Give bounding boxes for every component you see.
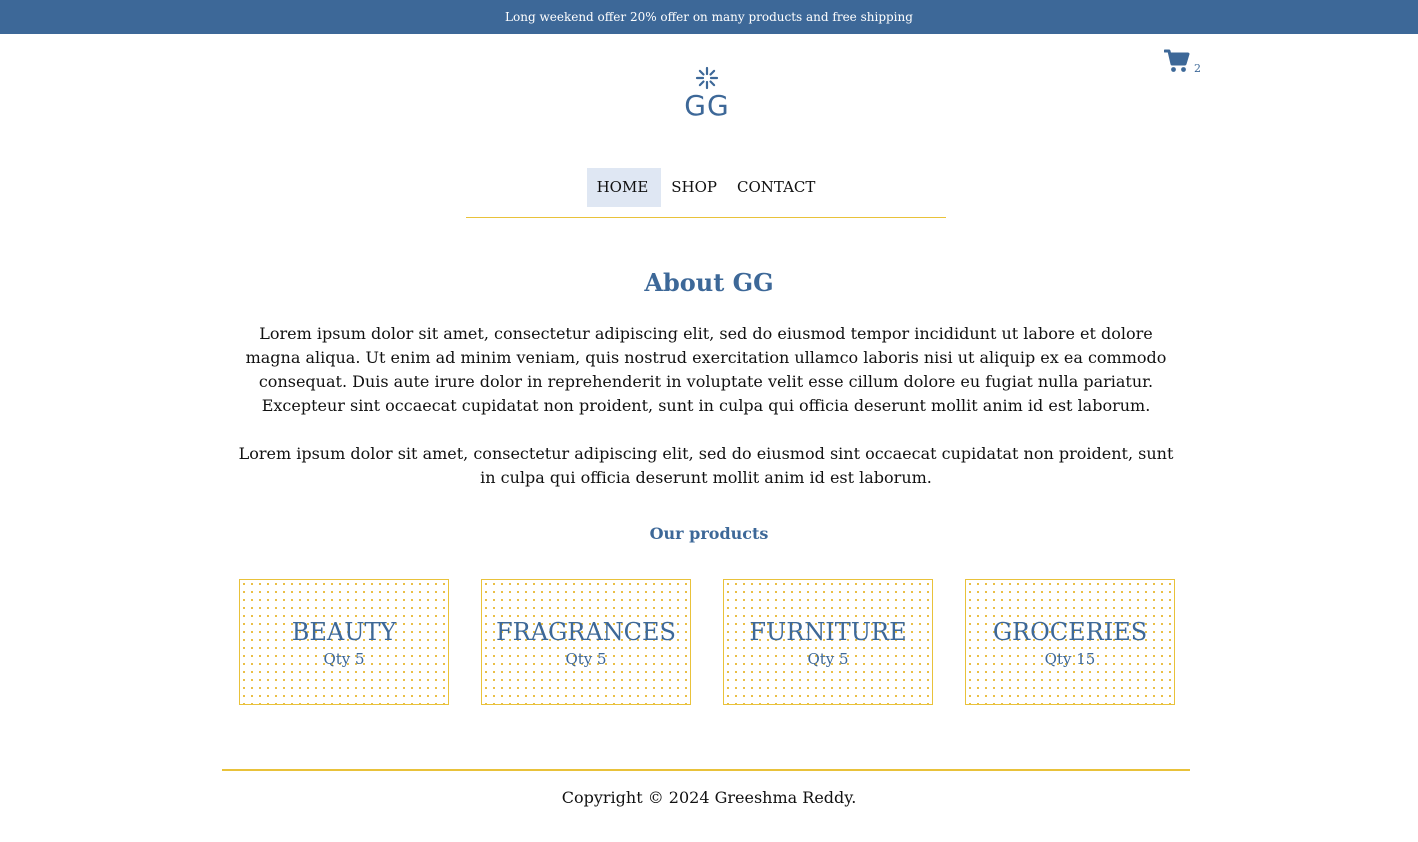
about-title: About GG	[644, 268, 774, 297]
product-name: FURNITURE	[749, 618, 907, 646]
about-paragraph-1: Lorem ipsum dolor sit amet, consectetur …	[245, 324, 1167, 415]
product-card-groceries[interactable]: GROCERIES Qty 15	[965, 579, 1175, 705]
product-name: FRAGRANCES	[496, 618, 676, 646]
product-card-beauty[interactable]: BEAUTY Qty 5	[239, 579, 449, 705]
product-name: GROCERIES	[992, 618, 1148, 646]
nav-item-contact[interactable]: CONTACT	[727, 168, 825, 207]
logo-text: GG	[684, 89, 730, 122]
footer-divider	[222, 769, 1190, 771]
product-categories: BEAUTY Qty 5 FRAGRANCES Qty 5 FURNITURE …	[239, 579, 1175, 705]
promo-text: Long weekend offer 20% offer on many pro…	[505, 10, 913, 24]
product-name: BEAUTY	[291, 618, 397, 646]
products-title: Our products	[649, 524, 769, 543]
promo-banner: Long weekend offer 20% offer on many pro…	[0, 0, 1418, 34]
product-card-fragrances[interactable]: FRAGRANCES Qty 5	[481, 579, 691, 705]
site-logo[interactable]: GG	[680, 66, 734, 124]
product-qty: Qty 5	[565, 650, 607, 668]
product-qty: Qty 5	[323, 650, 365, 668]
nav-item-home[interactable]: HOME	[586, 168, 662, 207]
cart-count: 2	[1194, 62, 1201, 75]
copyright-text: Copyright © 2024 Greeshma Reddy.	[561, 788, 857, 807]
cart-button[interactable]: 2	[1164, 48, 1201, 75]
about-paragraph-2: Lorem ipsum dolor sit amet, consectetur …	[238, 444, 1174, 487]
product-qty: Qty 5	[807, 650, 849, 668]
flower-icon	[695, 66, 719, 90]
cart-icon	[1164, 49, 1190, 72]
main-nav: HOME SHOP CONTACT	[466, 168, 946, 218]
product-qty: Qty 15	[1044, 650, 1096, 668]
product-card-furniture[interactable]: FURNITURE Qty 5	[723, 579, 933, 705]
nav-item-shop[interactable]: SHOP	[661, 168, 727, 207]
